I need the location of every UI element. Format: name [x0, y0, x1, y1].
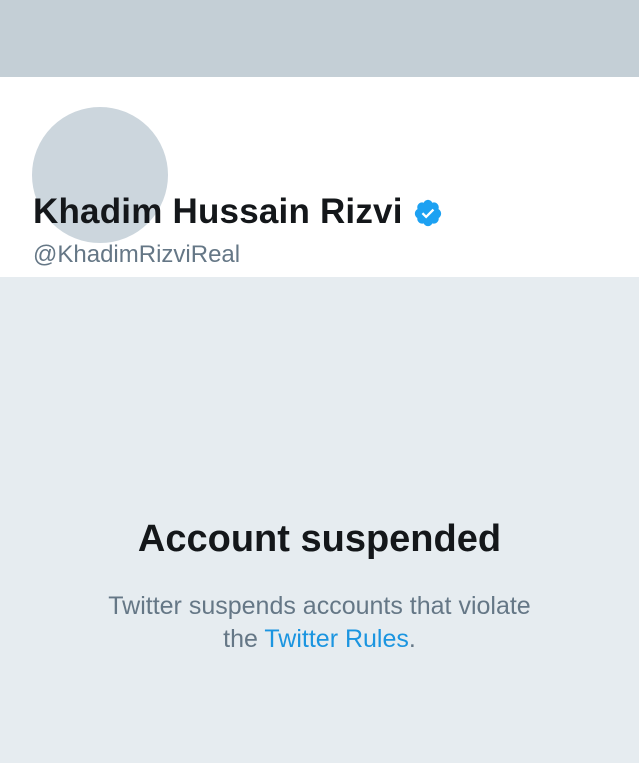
verified-badge-icon: [413, 198, 443, 228]
profile-handle: @KhadimRizviReal: [33, 241, 241, 268]
suspended-profile-page: Khadim Hussain Rizvi @KhadimRizviReal Ac…: [0, 0, 639, 763]
display-name: Khadim Hussain Rizvi: [33, 192, 403, 231]
suspended-desc-line1: Twitter suspends accounts that violate: [108, 592, 531, 620]
twitter-rules-link[interactable]: Twitter Rules: [264, 625, 408, 653]
profile-name-row: Khadim Hussain Rizvi: [33, 192, 443, 232]
profile-banner: [0, 0, 639, 77]
suspended-description: Twitter suspends accounts that violate t…: [60, 590, 579, 656]
suspended-desc-prefix: the: [223, 625, 265, 653]
suspended-desc-suffix: .: [408, 625, 416, 653]
suspended-title: Account suspended: [137, 518, 502, 560]
